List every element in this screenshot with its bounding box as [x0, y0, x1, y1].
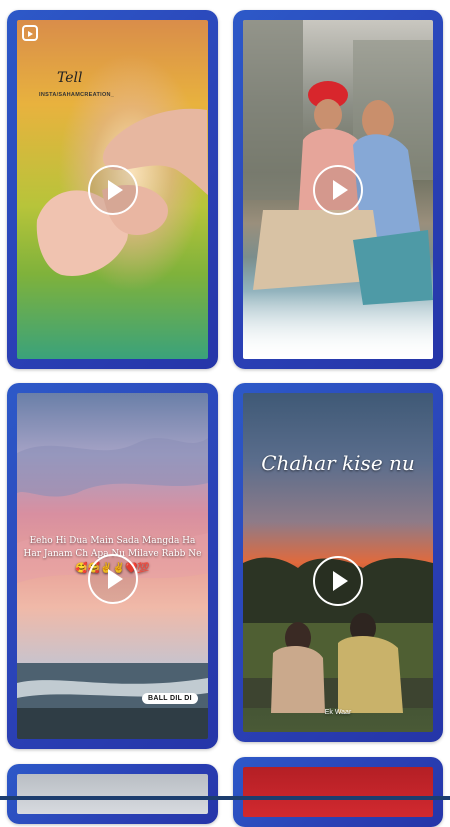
video-card-2[interactable] [233, 10, 443, 369]
video-card-6[interactable] [233, 757, 443, 827]
channel-badge: BALL DIL DI [142, 693, 198, 704]
video-card-1[interactable]: Tell INSTA/SAHAMCREATION_ [7, 10, 218, 369]
play-button[interactable] [87, 164, 138, 215]
script-caption: Chahar kise nu [261, 451, 415, 475]
play-button[interactable] [313, 164, 363, 215]
video-thumbnail [243, 20, 433, 359]
video-thumbnail: Eeho Hi Dua Main Sada Mangda Ha Har Jana… [17, 393, 208, 739]
play-button[interactable] [313, 555, 363, 606]
lyric-line-1: Eeho Hi Dua Main Sada Mangda Ha [29, 536, 196, 546]
video-thumbnail [17, 774, 208, 814]
video-thumbnail: Chahar kise nu Ek Waar [243, 393, 433, 732]
play-icon [333, 179, 348, 200]
video-thumbnail: Tell INSTA/SAHAMCREATION_ [17, 20, 208, 359]
play-icon [333, 570, 348, 591]
play-icon [107, 179, 123, 200]
video-card-3[interactable]: Eeho Hi Dua Main Sada Mangda Ha Har Jana… [7, 383, 218, 749]
video-card-5[interactable] [7, 764, 218, 824]
play-button[interactable] [87, 554, 138, 604]
bottom-edge-bar [0, 796, 450, 800]
signature-logo: Tell [57, 70, 83, 86]
small-caption: Ek Waar [324, 709, 352, 716]
play-icon [107, 569, 123, 589]
video-thumbnail [243, 767, 433, 817]
watermark-text: INSTA/SAHAMCREATION_ [39, 92, 115, 98]
video-card-4[interactable]: Chahar kise nu Ek Waar [233, 383, 443, 742]
